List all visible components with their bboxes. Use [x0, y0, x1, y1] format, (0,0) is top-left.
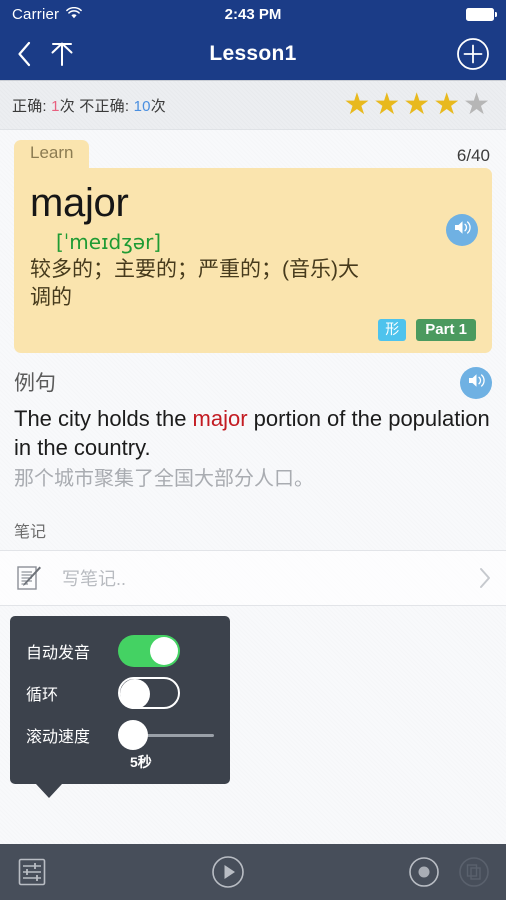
- record-circle-icon[interactable]: [408, 856, 440, 888]
- setting-label-loop: 循环: [26, 687, 59, 704]
- word-card: major [ˈmeɪdʒər] 较多的；主要的；严重的；(音乐)大调的 形 P…: [14, 168, 492, 354]
- chevron-right-icon: [478, 566, 492, 590]
- word-card-section: Learn 6/40 major [ˈmeɪdʒər] 较多的；主要的；严重的；…: [0, 130, 506, 354]
- star-icon-empty[interactable]: ★: [463, 90, 490, 120]
- example-sentence-before: The city holds the: [14, 406, 193, 432]
- wrong-label: 不正确:: [79, 97, 134, 115]
- scroll-speed-value: 5秒: [130, 754, 152, 770]
- card-tab-row: Learn 6/40: [0, 138, 506, 168]
- tab-learn[interactable]: Learn: [14, 140, 90, 168]
- setting-row-scroll-speed: 滚动速度: [10, 714, 230, 756]
- note-row[interactable]: 写笔记..: [0, 549, 506, 606]
- word-definition: 较多的；主要的；严重的；(音乐)大调的: [30, 258, 359, 310]
- status-bar: Carrier 2:43 PM: [0, 0, 506, 28]
- example-sentence-en: The city holds the major portion of the …: [14, 405, 492, 461]
- auto-pronounce-toggle[interactable]: [118, 635, 180, 667]
- navigation-right-group: [456, 37, 490, 71]
- settings-popover: 自动发音 循环 滚动速度 5秒: [10, 616, 230, 798]
- copy-cards-icon[interactable]: [458, 856, 490, 888]
- notes-heading: 笔记: [14, 523, 47, 541]
- play-circle-icon[interactable]: [211, 855, 245, 889]
- word-phonetic: [ˈmeɪdʒər]: [56, 230, 162, 254]
- speaker-icon: [467, 372, 486, 394]
- setting-row-auto-pronounce: 自动发音: [10, 630, 230, 672]
- status-bar-left: Carrier: [12, 5, 83, 23]
- scroll-speed-slider[interactable]: [118, 719, 214, 751]
- navigation-bar: Lesson1: [0, 28, 506, 81]
- correct-label: 正确:: [12, 97, 52, 115]
- accuracy-summary: 正确: 1次 不正确: 10次: [12, 95, 166, 116]
- example-sentence-zh: 那个城市聚集了全国大部分人口。: [14, 467, 314, 490]
- chevron-left-icon[interactable]: [16, 40, 33, 68]
- part-of-speech-tag: 形: [378, 319, 407, 341]
- setting-label-auto-pronounce: 自动发音: [26, 645, 91, 662]
- navigation-left-group: [16, 39, 77, 69]
- star-icon[interactable]: ★: [343, 90, 370, 120]
- correct-unit: 次: [59, 97, 80, 115]
- star-icon[interactable]: ★: [373, 90, 400, 120]
- star-icon[interactable]: ★: [403, 90, 430, 120]
- stats-bar: 正确: 1次 不正确: 10次 ★ ★ ★ ★ ★: [0, 81, 506, 130]
- setting-row-loop: 循环: [10, 672, 230, 714]
- card-counter: 6/40: [456, 146, 490, 165]
- word-tag-row: 形 Part 1: [30, 318, 476, 342]
- star-icon[interactable]: ★: [433, 90, 460, 120]
- slider-thumb[interactable]: [118, 720, 148, 750]
- toolbar-right-group: [408, 856, 490, 888]
- toggle-knob: [120, 679, 150, 709]
- plus-circle-icon[interactable]: [456, 37, 490, 71]
- note-input-placeholder[interactable]: 写笔记..: [62, 565, 126, 591]
- star-rating[interactable]: ★ ★ ★ ★ ★: [343, 90, 494, 120]
- note-pencil-icon: [14, 563, 44, 593]
- status-bar-right: [466, 7, 497, 21]
- example-highlight-word: major: [192, 406, 248, 432]
- app-screen: Carrier 2:43 PM Lesson1 正确: 1次 不正确: 10次 …: [0, 0, 506, 900]
- word-speaker-button[interactable]: [446, 214, 478, 246]
- bottom-toolbar: [0, 844, 506, 900]
- speaker-icon: [453, 219, 472, 241]
- example-heading: 例句: [14, 372, 56, 396]
- battery-full-icon: [466, 7, 497, 21]
- content-area: Learn 6/40 major [ˈmeɪdʒər] 较多的；主要的；严重的；…: [0, 130, 506, 844]
- toggle-knob: [150, 637, 178, 665]
- example-section: 例句 The city holds the major portion of t…: [0, 353, 506, 501]
- carrier-label: Carrier: [12, 5, 60, 23]
- correct-count: 1: [51, 97, 60, 115]
- arrow-up-icon[interactable]: [47, 39, 77, 69]
- wifi-icon: [66, 6, 83, 23]
- sliders-icon[interactable]: [16, 856, 48, 888]
- lesson-part-tag: Part 1: [416, 318, 476, 342]
- loop-toggle[interactable]: [118, 677, 180, 709]
- wrong-unit: 次: [150, 97, 166, 115]
- setting-label-scroll-speed: 滚动速度: [26, 729, 91, 746]
- wrong-count: 10: [133, 97, 151, 115]
- word-headword: major: [30, 181, 129, 225]
